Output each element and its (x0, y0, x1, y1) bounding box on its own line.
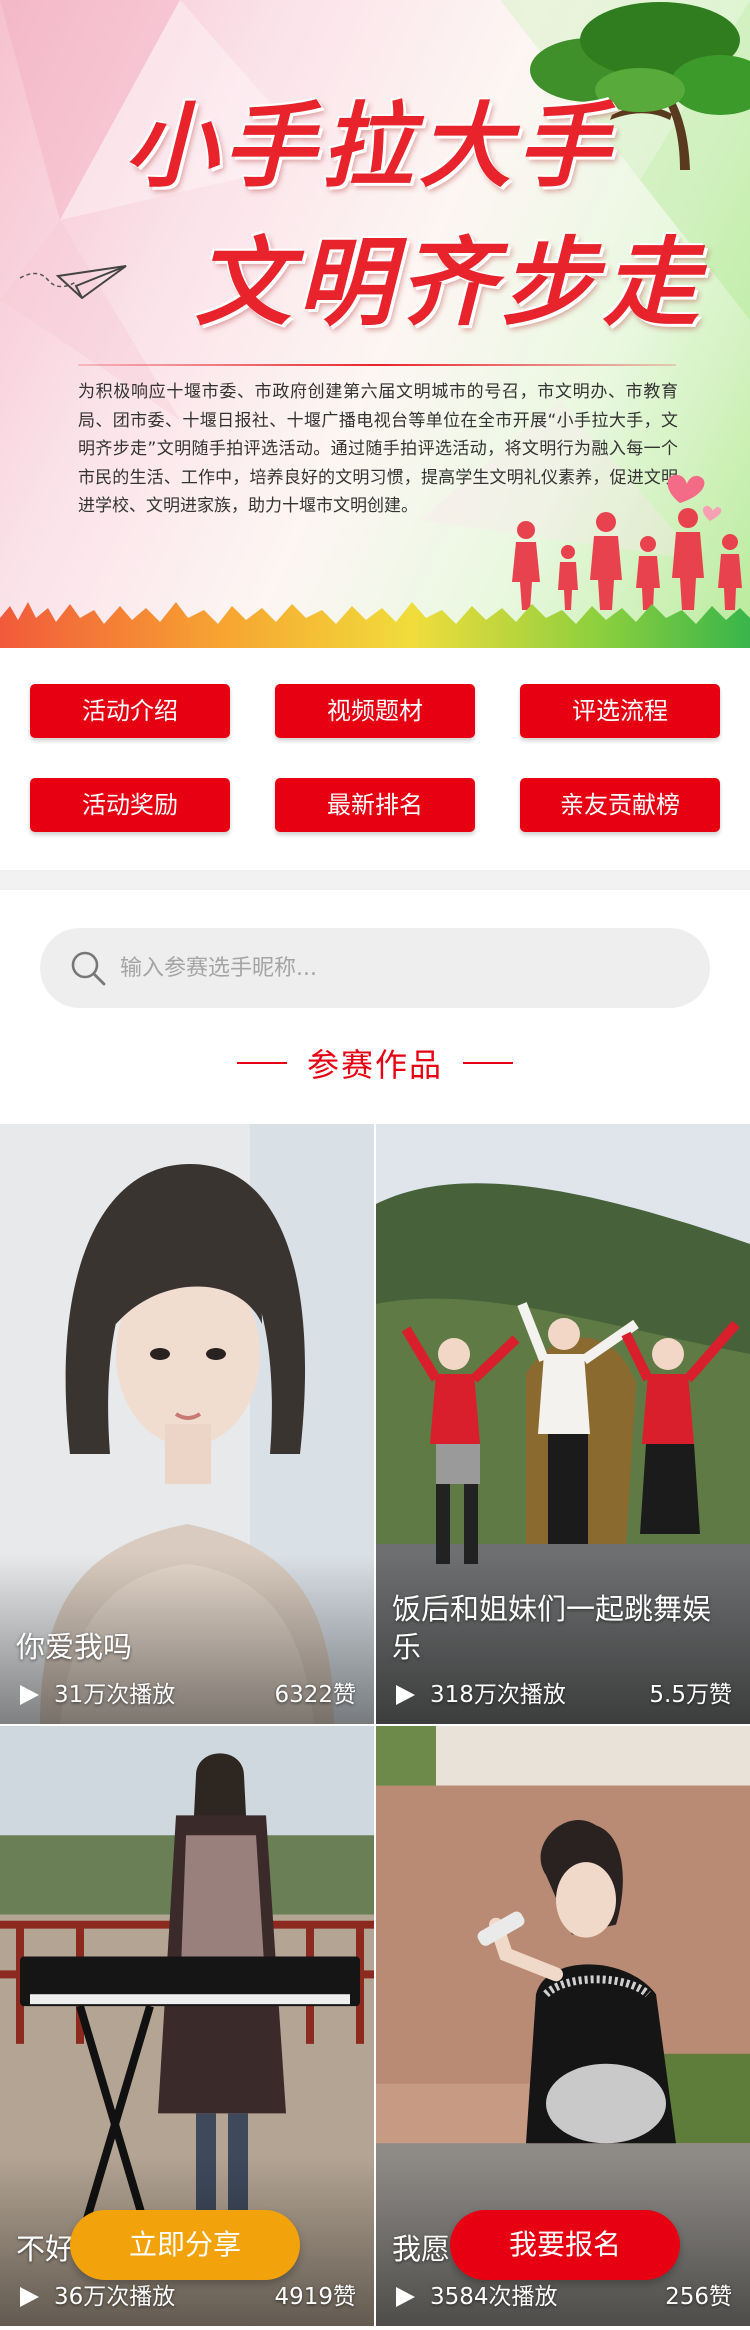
entry-title: 饭后和姐妹们一起跳舞娱乐 (392, 1592, 712, 1664)
hero-banner: 小手拉大手 文明齐步走 为积极响应十堰市委、市政府创建第六届文明城市的号召，市文… (0, 0, 750, 648)
play-icon (20, 1685, 39, 1705)
banner-grass-strip (0, 602, 750, 648)
play-icon (396, 1685, 415, 1705)
menu-activity-intro-button[interactable]: 活动介绍 (30, 684, 230, 738)
heading-line-left (236, 1062, 287, 1064)
entry-play-count: 3584次播放 (430, 2284, 558, 2310)
banner-title-line2: 文明齐步走 (195, 226, 705, 339)
menu-video-topics-button[interactable]: 视频题材 (275, 684, 475, 738)
section-heading: 参赛作品 (0, 1040, 750, 1090)
menu-activity-rewards-button[interactable]: 活动奖励 (30, 778, 230, 832)
entry-play-count: 36万次播放 (54, 2284, 176, 2310)
menu-latest-ranking-button[interactable]: 最新排名 (275, 778, 475, 832)
section-heading-text: 参赛作品 (306, 1046, 443, 1084)
search-input[interactable] (120, 928, 680, 1008)
entry-play-count: 318万次播放 (430, 1682, 566, 1708)
activity-menu: 活动介绍 视频题材 评选流程 活动奖励 最新排名 亲友贡献榜 (0, 648, 750, 870)
section-separator (0, 870, 750, 890)
share-button[interactable]: 立即分享 (70, 2210, 300, 2280)
menu-selection-process-button[interactable]: 评选流程 (520, 684, 720, 738)
entry-like-count: 256赞 (665, 2284, 732, 2310)
menu-contribution-board-button[interactable]: 亲友贡献榜 (520, 778, 720, 832)
entry-stats: 318万次播放 5.5万赞 (392, 1678, 734, 1712)
entry-card[interactable]: 饭后和姐妹们一起跳舞娱乐 318万次播放 5.5万赞 (376, 1124, 750, 1724)
heading-line-right (463, 1062, 513, 1064)
entry-stats: 31万次播放 6322赞 (16, 1678, 358, 1712)
paper-plane-icon (19, 265, 127, 300)
entry-like-count: 6322赞 (274, 1682, 356, 1708)
banner-divider (78, 364, 676, 366)
entry-like-count: 4919赞 (274, 2284, 356, 2310)
play-icon (20, 2287, 39, 2307)
entry-title: 你爱我吗 (16, 1630, 133, 1664)
banner-description: 为积极响应十堰市委、市政府创建第六届文明城市的号召，市文明办、市教育局、团市委、… (78, 382, 678, 516)
search-icon[interactable] (68, 948, 108, 988)
entry-stats: 36万次播放 4919赞 (16, 2280, 358, 2314)
entry-stats: 3584次播放 256赞 (392, 2280, 734, 2314)
entry-card[interactable]: 你爱我吗 31万次播放 6322赞 (0, 1124, 374, 1724)
entry-play-count: 31万次播放 (54, 1682, 176, 1708)
banner-title-line1: 小手拉大手 (124, 92, 615, 200)
play-icon (396, 2287, 415, 2307)
entry-like-count: 5.5万赞 (649, 1682, 732, 1708)
search-bar[interactable] (40, 928, 710, 1008)
signup-button[interactable]: 我要报名 (450, 2210, 680, 2280)
